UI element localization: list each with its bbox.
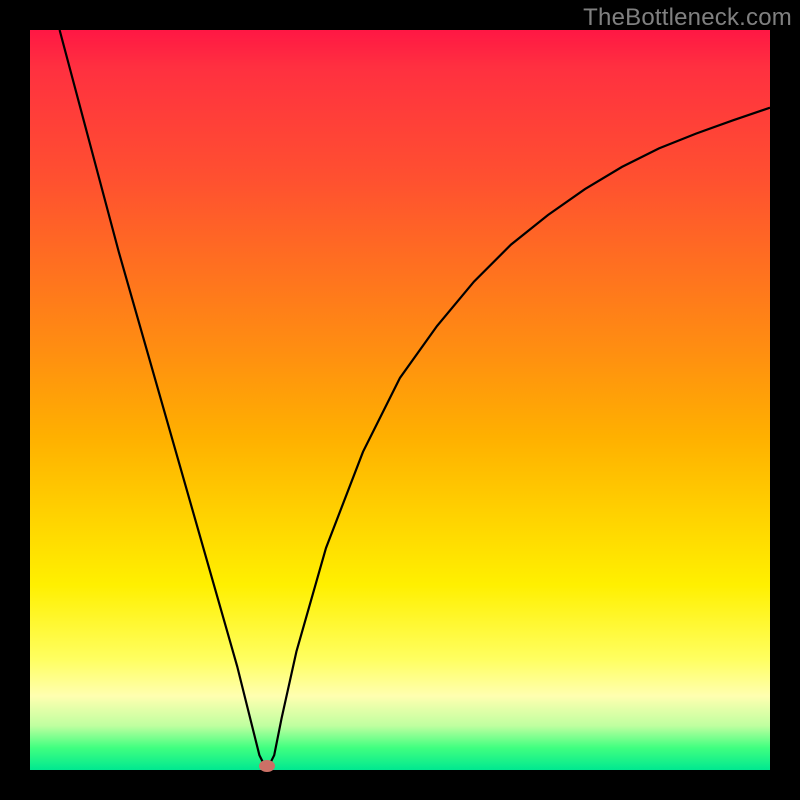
watermark-text: TheBottleneck.com [583,4,792,32]
chart-container: TheBottleneck.com [0,0,800,800]
optimal-point-marker [259,760,275,772]
bottleneck-curve [30,30,770,770]
